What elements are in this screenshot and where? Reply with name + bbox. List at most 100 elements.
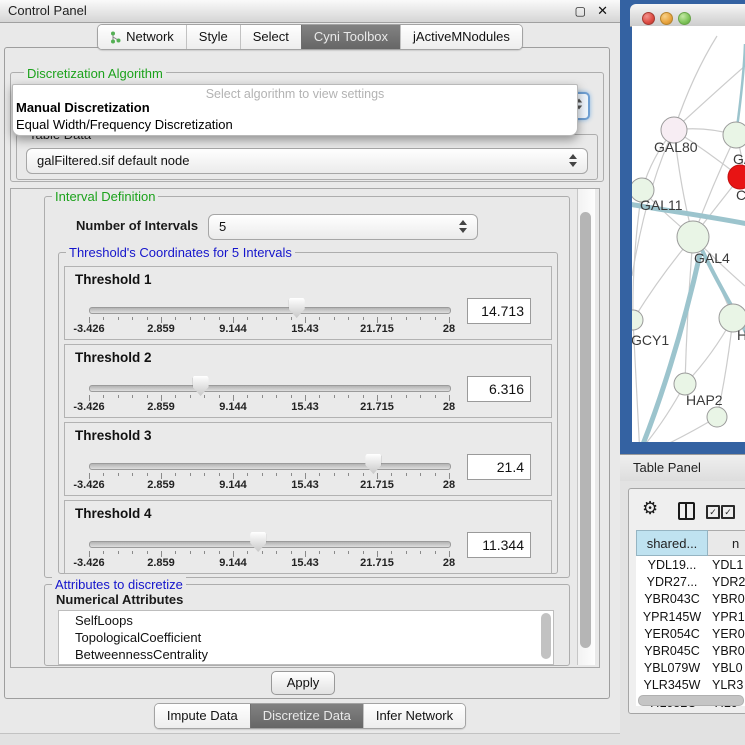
tick-label: 28 bbox=[425, 401, 473, 413]
slider-thumb[interactable] bbox=[365, 454, 381, 474]
table-cell-name[interactable]: YPR1 bbox=[712, 609, 745, 626]
slider-thumb[interactable] bbox=[250, 532, 266, 552]
node-label-gal80: GAL80 bbox=[654, 139, 698, 155]
slider-track[interactable] bbox=[89, 307, 451, 314]
split-view-icon[interactable] bbox=[678, 502, 695, 520]
tab-network[interactable]: Network bbox=[98, 25, 186, 49]
attribute-item-topologicalcoefficient[interactable]: TopologicalCoefficient bbox=[75, 630, 201, 645]
threshold-value-field[interactable]: 6.316 bbox=[467, 376, 531, 402]
gear-icon[interactable]: ⚙ bbox=[642, 498, 658, 519]
tick-mark bbox=[406, 395, 407, 398]
table-cell-name[interactable]: YLR3 bbox=[712, 677, 745, 694]
tab-select[interactable]: Select bbox=[240, 25, 301, 49]
list-scrollbar-thumb[interactable] bbox=[541, 613, 551, 659]
tab-jactivemnodules[interactable]: jActiveMNodules bbox=[400, 25, 522, 49]
node-label-gal11: GAL11 bbox=[640, 197, 683, 213]
table-cell-name[interactable]: YBR0 bbox=[712, 591, 745, 608]
network-node[interactable] bbox=[707, 407, 727, 427]
tab-style[interactable]: Style bbox=[186, 25, 240, 49]
number-of-intervals-combo[interactable]: 5 bbox=[208, 214, 478, 240]
table-cell-shared-name[interactable]: YBR045C bbox=[636, 643, 708, 660]
interval-definition-title: Interval Definition bbox=[52, 189, 158, 204]
table-cell-name[interactable]: YBL0 bbox=[712, 660, 745, 677]
slider-track[interactable] bbox=[89, 385, 451, 392]
table-cell-shared-name[interactable]: YBL079W bbox=[636, 660, 708, 677]
network-view-canvas[interactable]: GAL80GACGAL11GAL4GCY1HHAP2 bbox=[632, 26, 745, 442]
column-header-name[interactable]: n bbox=[708, 530, 745, 556]
horizontal-scrollbar-thumb[interactable] bbox=[638, 695, 744, 706]
tick-mark bbox=[348, 473, 349, 476]
column-header-shared-name[interactable]: shared... bbox=[636, 530, 708, 556]
tab-label: Cyni Toolbox bbox=[314, 25, 388, 49]
attribute-item-selfloops[interactable]: SelfLoops bbox=[75, 613, 133, 628]
node-label-gcy1: GCY1 bbox=[632, 332, 669, 348]
tick-label: 21.715 bbox=[353, 401, 401, 413]
threshold-value-field[interactable]: 14.713 bbox=[467, 298, 531, 324]
network-node[interactable] bbox=[677, 221, 709, 253]
network-window-titlebar[interactable] bbox=[630, 4, 745, 27]
table-cell-shared-name[interactable]: YBR043C bbox=[636, 591, 708, 608]
table-cell-shared-name[interactable]: YDL19... bbox=[636, 557, 708, 574]
bottom-tab-bar: Impute Data Discretize DataInfer Network bbox=[0, 703, 620, 727]
tick-mark bbox=[118, 395, 119, 398]
popup-item-equal-width-frequency-discretization[interactable]: Equal Width/Frequency Discretization bbox=[16, 117, 233, 132]
network-graph: GAL80GACGAL11GAL4GCY1HHAP2 bbox=[632, 26, 745, 442]
tick-label: 21.715 bbox=[353, 557, 401, 569]
tick-mark bbox=[363, 395, 364, 398]
threshold-value-field[interactable]: 11.344 bbox=[467, 532, 531, 558]
tick-mark bbox=[406, 551, 407, 554]
network-node[interactable] bbox=[728, 165, 745, 189]
table-cell-name[interactable]: YDL1 bbox=[712, 557, 745, 574]
close-traffic-light[interactable] bbox=[642, 12, 655, 25]
tick-mark bbox=[204, 395, 205, 398]
tick-mark bbox=[247, 551, 248, 554]
checkbox-icon[interactable]: ✓ bbox=[706, 505, 720, 519]
table-cell-shared-name[interactable]: YDR27... bbox=[636, 574, 708, 591]
tick-label: 9.144 bbox=[209, 479, 257, 491]
network-node[interactable] bbox=[723, 122, 745, 148]
tick-label: 9.144 bbox=[209, 557, 257, 569]
float-icon[interactable]: ▢ bbox=[575, 0, 586, 22]
node-label-h: H bbox=[737, 327, 745, 343]
table-cell-shared-name[interactable]: YLR345W bbox=[636, 677, 708, 694]
attributes-group-title: Attributes to discretize bbox=[52, 577, 186, 592]
table-cell-name[interactable]: YER0 bbox=[712, 626, 745, 643]
tab-label: Impute Data bbox=[167, 704, 238, 728]
tick-mark bbox=[334, 395, 335, 398]
table-cell-name[interactable]: YBR0 bbox=[712, 643, 745, 660]
table-cell-shared-name[interactable]: YPR145W bbox=[636, 609, 708, 626]
table-cell-name[interactable]: YDR2 bbox=[712, 574, 745, 591]
threshold-2-panel: Threshold 2-3.4262.8599.14415.4321.71528… bbox=[64, 344, 552, 418]
checkbox-icon[interactable]: ✓ bbox=[721, 505, 735, 519]
popup-item-manual-discretization[interactable]: Manual Discretization bbox=[16, 100, 150, 115]
tick-mark bbox=[276, 551, 277, 554]
tab-infer-network[interactable]: Infer Network bbox=[363, 704, 465, 728]
tab-cyni-toolbox[interactable]: Cyni Toolbox bbox=[301, 25, 400, 49]
threshold-1-panel: Threshold 1-3.4262.8599.14415.4321.71528… bbox=[64, 266, 552, 340]
status-strip bbox=[0, 734, 620, 745]
tab-discretize-data[interactable]: Discretize Data bbox=[250, 704, 363, 728]
table-data-combo[interactable]: galFiltered.sif default node bbox=[26, 148, 588, 174]
threshold-value-field[interactable]: 21.4 bbox=[467, 454, 531, 480]
network-node[interactable] bbox=[632, 310, 643, 330]
vertical-scrollbar-thumb[interactable] bbox=[580, 212, 591, 648]
tick-mark bbox=[291, 551, 292, 554]
close-icon[interactable]: ✕ bbox=[597, 0, 608, 22]
table-panel-titlebar[interactable]: Table Panel bbox=[620, 454, 745, 482]
slider-track[interactable] bbox=[89, 463, 451, 470]
numerical-attributes-list[interactable]: SelfLoops TopologicalCoefficient Betweenne… bbox=[58, 610, 554, 665]
attribute-item-betweennesscentrality[interactable]: BetweennessCentrality bbox=[75, 647, 208, 662]
slider-thumb[interactable] bbox=[289, 298, 305, 318]
slider-track[interactable] bbox=[89, 541, 451, 548]
slider-thumb[interactable] bbox=[193, 376, 209, 396]
zoom-traffic-light[interactable] bbox=[678, 12, 691, 25]
tick-mark bbox=[334, 551, 335, 554]
tab-impute-data[interactable]: Impute Data bbox=[155, 704, 250, 728]
minimize-traffic-light[interactable] bbox=[660, 12, 673, 25]
network-edge[interactable] bbox=[674, 66, 745, 130]
network-edge[interactable] bbox=[674, 36, 717, 130]
network-edge-highlighted[interactable] bbox=[736, 44, 745, 135]
table-cell-shared-name[interactable]: YER054C bbox=[636, 626, 708, 643]
control-panel-titlebar[interactable]: Control Panel ▢ ✕ bbox=[0, 0, 620, 23]
apply-button[interactable]: Apply bbox=[271, 671, 335, 695]
